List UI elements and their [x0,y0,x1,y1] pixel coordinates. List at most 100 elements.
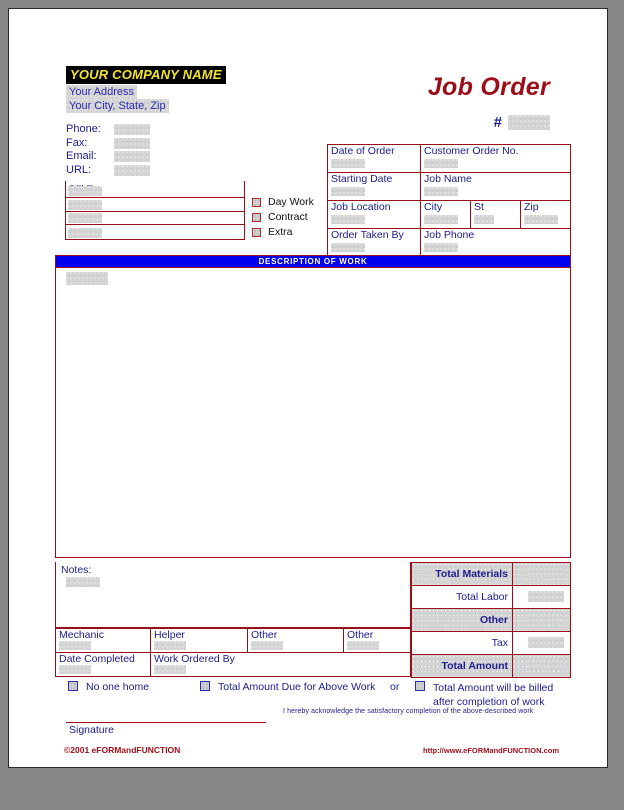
state-field[interactable] [474,215,494,225]
work-type-extra[interactable]: Extra [252,225,314,239]
contact-fields [114,124,150,178]
job-name-field[interactable] [424,187,458,197]
table-row: Date Completed Work Ordered By [55,652,411,677]
tax-field[interactable] [528,637,564,648]
cell-job-location[interactable]: Job Location [327,200,421,229]
city-field[interactable] [424,215,458,225]
company-city-state-zip[interactable]: Your City, State, Zip [66,99,169,113]
contact-labels: Phone: Fax: Email: URL: [66,123,101,177]
or-separator: or [390,681,400,693]
url-label: URL: [66,163,92,176]
acknowledgement-text: I hereby acknowledge the satisfactory co… [283,708,534,715]
date-completed-field[interactable] [59,665,91,674]
checkbox-icon[interactable] [415,681,425,691]
bill-to-field-2[interactable] [68,199,102,210]
cell-helper[interactable]: Helper [150,628,248,653]
other-1-field[interactable] [251,641,283,650]
total-materials-value[interactable] [512,562,571,586]
page-title: Job Order [427,73,550,101]
total-materials-field[interactable] [528,568,564,579]
option-label: Total Amount Due for Above Work [218,681,376,693]
date-of-order-field[interactable] [331,159,365,169]
table-row: Date of Order Customer Order No. [327,144,571,173]
bill-to-field-4[interactable] [68,227,102,238]
cell-date-of-order[interactable]: Date of Order [327,144,421,173]
job-phone-field[interactable] [424,243,458,253]
bill-to-row[interactable] [66,212,244,225]
website-url[interactable]: http://www.eFORMandFUNCTION.com [423,746,559,755]
other-total-value[interactable] [512,608,571,632]
checkbox-icon[interactable] [200,681,210,691]
cell-order-taken-by[interactable]: Order Taken By [327,228,421,257]
job-location-field[interactable] [331,215,365,225]
description-of-work-field[interactable] [66,272,108,285]
table-row: Job Location City St Zip [327,200,571,229]
work-type-label: Day Work [268,196,314,208]
other-2-field[interactable] [347,641,379,650]
option-billed-later[interactable]: Total Amount will be billed after comple… [415,681,553,709]
cell-mechanic[interactable]: Mechanic [55,628,151,653]
work-type-label: Contract [268,211,308,223]
cell-date-completed[interactable]: Date Completed [55,652,151,677]
crew-table: Mechanic Helper Other Other Date Complet… [55,628,411,677]
option-no-one-home[interactable]: No one home [68,681,149,693]
company-name[interactable]: YOUR COMPANY NAME [66,66,226,84]
bill-to-field-3[interactable] [68,213,102,223]
job-order-number: # [494,114,550,131]
tax-value[interactable] [512,631,571,655]
option-label: No one home [86,681,150,693]
fax-field[interactable] [114,137,150,149]
form-page: YOUR COMPANY NAME Your Address Your City… [8,8,608,768]
checkbox-icon[interactable] [252,197,261,207]
cell-work-ordered-by[interactable]: Work Ordered By [150,652,411,677]
bill-to-row[interactable] [66,225,244,239]
cell-starting-date[interactable]: Starting Date [327,172,421,201]
work-type-day-work[interactable]: Day Work [252,195,314,209]
checkbox-icon[interactable] [68,681,78,691]
other-total-field[interactable] [528,614,564,625]
cell-customer-order-no[interactable]: Customer Order No. [420,144,571,173]
option-amount-due[interactable]: Total Amount Due for Above Work [200,681,375,693]
bill-to-row[interactable] [66,181,244,198]
notes-box[interactable]: Notes: [55,562,411,628]
total-amount-field[interactable] [528,660,564,671]
work-type-group: Day Work Contract Extra [252,195,314,240]
table-row: Total Materials [411,562,571,586]
total-labor-value[interactable] [512,585,571,609]
helper-field[interactable] [154,641,186,650]
order-taken-by-field[interactable] [331,243,365,253]
starting-date-field[interactable] [331,187,365,197]
order-details-table: Date of Order Customer Order No. Startin… [327,144,571,257]
mechanic-field[interactable] [59,641,91,650]
total-labor-field[interactable] [528,591,564,602]
description-of-work-area[interactable] [55,268,571,558]
cell-city[interactable]: City [420,200,471,229]
total-amount-value[interactable] [512,654,571,678]
notes-label: Notes: [61,564,92,576]
bill-to-field-1[interactable] [68,186,102,196]
zip-field[interactable] [524,215,558,225]
job-order-number-field[interactable] [508,115,550,130]
table-row: Order Taken By Job Phone [327,228,571,257]
cell-state[interactable]: St [470,200,521,229]
bill-to-row[interactable] [66,198,244,212]
notes-field[interactable] [66,577,100,587]
cell-zip[interactable]: Zip [520,200,571,229]
cell-other-1[interactable]: Other [247,628,344,653]
table-row: Tax [411,631,571,655]
company-address[interactable]: Your Address [66,85,137,99]
email-label: Email: [66,150,97,162]
totals-table: Total Materials Total Labor Other Tax To… [411,562,571,678]
work-ordered-by-field[interactable] [154,665,186,674]
email-field[interactable] [114,151,150,162]
work-type-contract[interactable]: Contract [252,210,314,224]
cell-job-name[interactable]: Job Name [420,172,571,201]
checkbox-icon[interactable] [252,227,261,237]
cell-job-phone[interactable]: Job Phone [420,228,571,257]
cell-other-2[interactable]: Other [343,628,411,653]
phone-field[interactable] [114,124,150,135]
url-field[interactable] [114,164,150,176]
checkbox-icon[interactable] [252,212,261,222]
customer-order-no-field[interactable] [424,159,458,169]
signature-line[interactable] [66,722,266,723]
